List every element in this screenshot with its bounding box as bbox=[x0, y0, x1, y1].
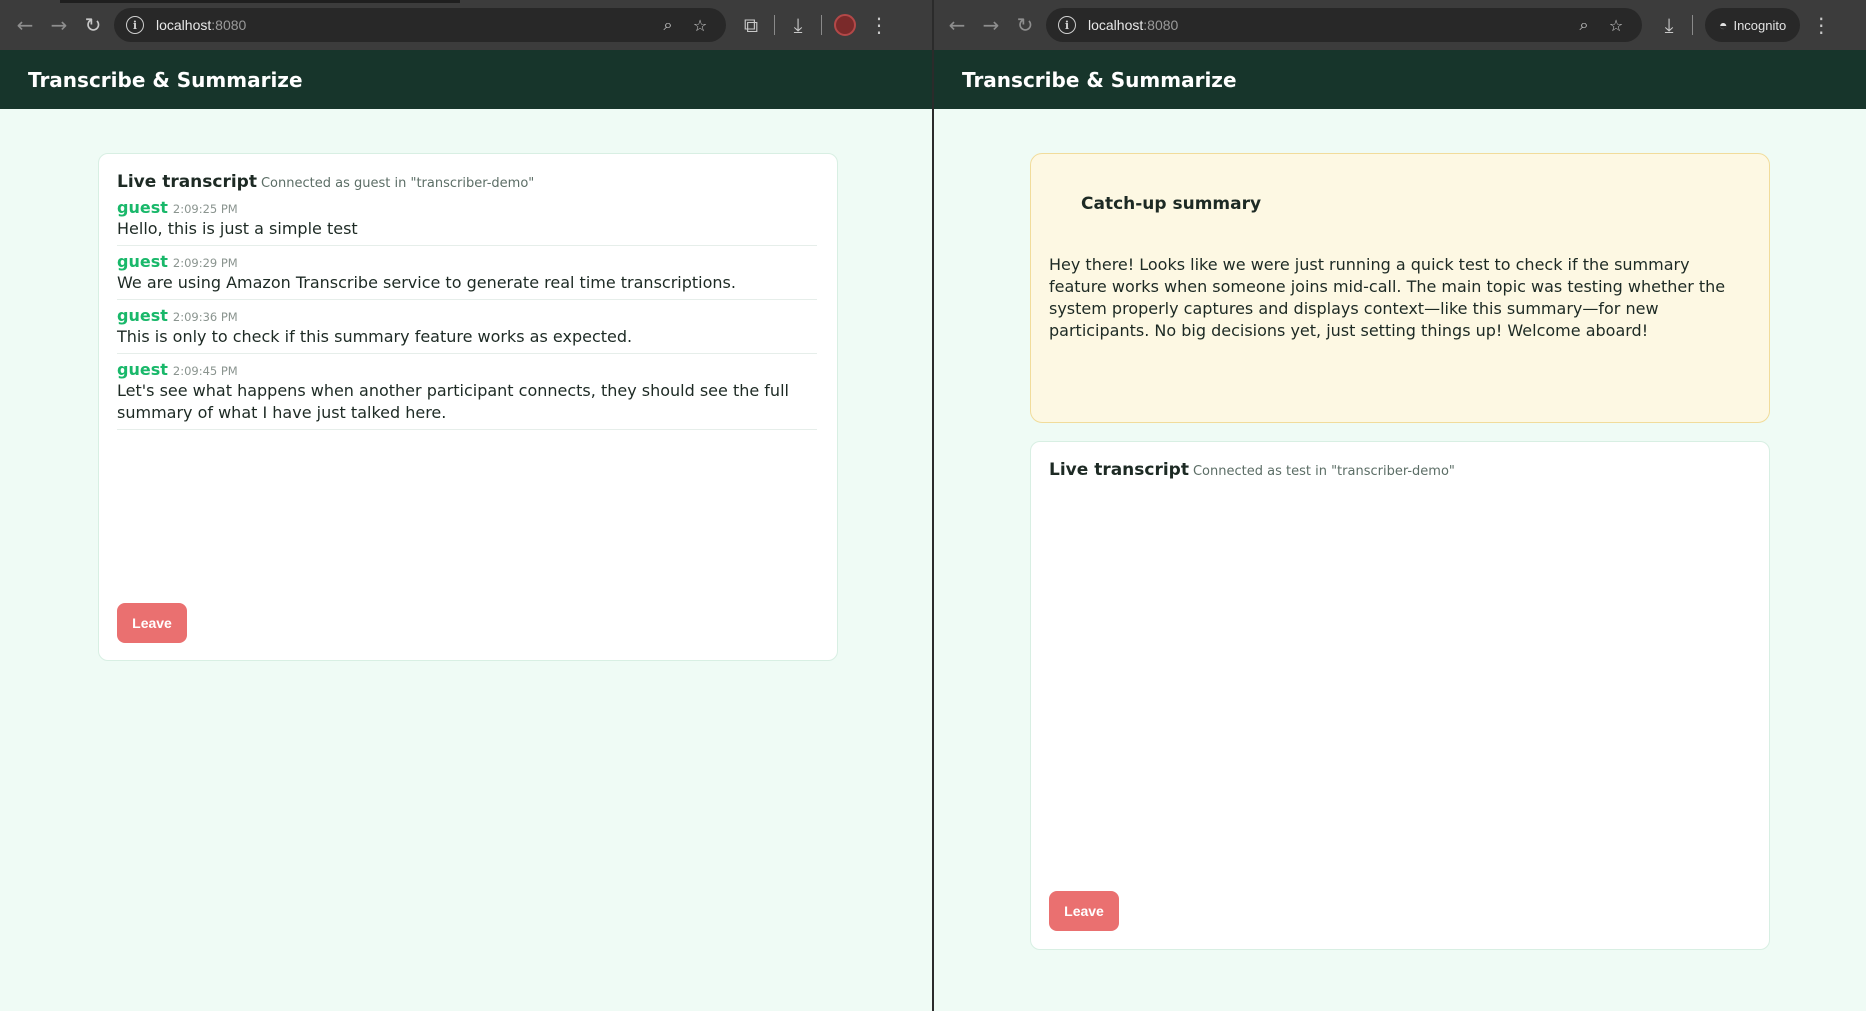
incognito-badge[interactable]: ◓ Incognito bbox=[1705, 8, 1801, 42]
leave-button[interactable]: Leave bbox=[1049, 891, 1119, 931]
back-arrow-icon[interactable]: ← bbox=[8, 8, 42, 42]
browser-window-right: ← → ↻ i localhost:8080 ⌕ ☆ ⤓ ◓ Incognito… bbox=[934, 0, 1866, 1011]
app-header: Transcribe & Summarize bbox=[0, 50, 932, 109]
entry-timestamp: 2:09:36 PM bbox=[172, 310, 238, 324]
forward-arrow-icon[interactable]: → bbox=[42, 8, 76, 42]
back-arrow-icon[interactable]: ← bbox=[940, 8, 974, 42]
toolbar-separator bbox=[774, 15, 775, 35]
speaker-name: guest bbox=[117, 198, 168, 217]
reload-icon[interactable]: ↻ bbox=[1008, 8, 1042, 42]
reload-icon[interactable]: ↻ bbox=[76, 8, 110, 42]
entry-timestamp: 2:09:29 PM bbox=[172, 256, 238, 270]
transcript-entry: guest 2:09:25 PM Hello, this is just a si… bbox=[117, 192, 817, 246]
summary-body: Hey there! Looks like we were just runni… bbox=[1049, 255, 1726, 340]
app-title: Transcribe & Summarize bbox=[28, 67, 303, 92]
transcript-title: Live transcript bbox=[1049, 460, 1189, 480]
incognito-icon: ◓ bbox=[1719, 17, 1728, 33]
browser-window-left: ← → ↻ i localhost:8080 ⌕ ☆ ⧉ ⤓ ⋮ Transcr… bbox=[0, 0, 932, 1011]
kebab-menu-icon[interactable]: ⋮ bbox=[1804, 8, 1838, 42]
download-icon[interactable]: ⤓ bbox=[781, 8, 815, 42]
transcript-card: Live transcript Connected as test in "tr… bbox=[1030, 441, 1770, 950]
transcript-header: Live transcript Connected as guest in "t… bbox=[117, 172, 817, 192]
star-icon[interactable]: ☆ bbox=[684, 16, 716, 35]
download-icon[interactable]: ⤓ bbox=[1652, 8, 1686, 42]
zoom-icon[interactable]: ⌕ bbox=[652, 15, 684, 35]
active-tab-indicator bbox=[60, 0, 460, 3]
connection-status: Connected as test in "transcriber-demo" bbox=[1192, 464, 1455, 479]
kebab-menu-icon[interactable]: ⋮ bbox=[862, 8, 896, 42]
url-text: localhost:8080 bbox=[1088, 17, 1179, 33]
speaker-name: guest bbox=[117, 306, 168, 325]
entry-timestamp: 2:09:45 PM bbox=[172, 364, 238, 378]
url-text: localhost:8080 bbox=[156, 17, 247, 33]
app-title: Transcribe & Summarize bbox=[962, 67, 1237, 92]
address-bar[interactable]: i localhost:8080 ⌕ ☆ bbox=[1046, 8, 1642, 42]
app-header: Transcribe & Summarize bbox=[934, 50, 1866, 109]
browser-toolbar: ← → ↻ i localhost:8080 ⌕ ☆ ⤓ ◓ Incognito… bbox=[934, 0, 1866, 50]
incognito-label: Incognito bbox=[1733, 17, 1787, 33]
toolbar-separator bbox=[821, 15, 822, 35]
entry-text: Hello, this is just a simple test bbox=[117, 219, 358, 238]
info-icon[interactable]: i bbox=[126, 16, 144, 34]
leave-button[interactable]: Leave bbox=[117, 603, 187, 643]
entry-text: We are using Amazon Transcribe service t… bbox=[117, 273, 736, 292]
connection-status: Connected as guest in "transcriber-demo" bbox=[260, 176, 535, 191]
zoom-icon[interactable]: ⌕ bbox=[1568, 15, 1600, 35]
address-bar[interactable]: i localhost:8080 ⌕ ☆ bbox=[114, 8, 726, 42]
transcript-entry: guest 2:09:45 PM Let's see what happens w… bbox=[117, 354, 817, 430]
extensions-icon[interactable]: ⧉ bbox=[734, 8, 768, 42]
catch-up-summary-card: Catch-up summary Hey there! Looks like w… bbox=[1030, 153, 1770, 423]
transcript-header: Live transcript Connected as test in "tr… bbox=[1049, 460, 1749, 480]
entry-text: This is only to check if this summary fe… bbox=[117, 327, 633, 346]
transcript-entry: guest 2:09:36 PM This is only to check if… bbox=[117, 300, 817, 354]
transcript-list: guest 2:09:25 PM Hello, this is just a si… bbox=[117, 192, 817, 430]
summary-title: Catch-up summary bbox=[1081, 194, 1262, 214]
info-icon[interactable]: i bbox=[1058, 16, 1076, 34]
entry-timestamp: 2:09:25 PM bbox=[172, 202, 238, 216]
entry-text: Let's see what happens when another part… bbox=[117, 381, 789, 422]
transcript-card: Live transcript Connected as guest in "t… bbox=[98, 153, 838, 661]
browser-toolbar: ← → ↻ i localhost:8080 ⌕ ☆ ⧉ ⤓ ⋮ bbox=[0, 0, 932, 50]
profile-avatar-icon[interactable] bbox=[834, 14, 856, 36]
toolbar-separator bbox=[1692, 15, 1693, 35]
transcript-entry: guest 2:09:29 PM We are using Amazon Tran… bbox=[117, 246, 817, 300]
speaker-name: guest bbox=[117, 360, 168, 379]
forward-arrow-icon[interactable]: → bbox=[974, 8, 1008, 42]
star-icon[interactable]: ☆ bbox=[1600, 16, 1632, 35]
speaker-name: guest bbox=[117, 252, 168, 271]
transcript-title: Live transcript bbox=[117, 172, 257, 192]
